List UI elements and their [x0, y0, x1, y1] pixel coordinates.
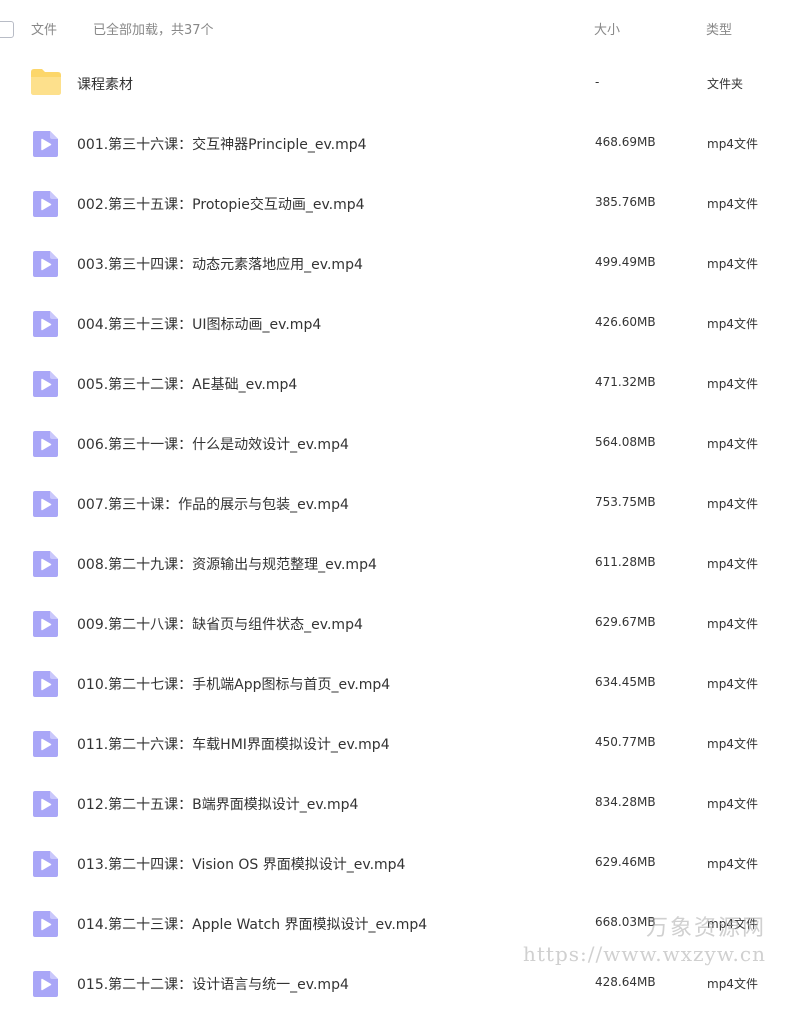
file-type: mp4文件: [707, 197, 758, 211]
file-size: 629.46MB: [595, 855, 656, 869]
video-file-icon: [33, 491, 58, 517]
file-type: mp4文件: [707, 737, 758, 751]
file-size: 428.64MB: [595, 975, 656, 989]
file-type: mp4文件: [707, 917, 758, 931]
file-name[interactable]: 014.第二十三课：Apple Watch 界面模拟设计_ev.mp4: [77, 914, 427, 934]
file-size: 668.03MB: [595, 915, 656, 929]
file-type: mp4文件: [707, 617, 758, 631]
file-name[interactable]: 002.第三十五课：Protopie交互动画_ev.mp4: [77, 194, 365, 214]
file-size: -: [595, 75, 600, 89]
file-name[interactable]: 006.第三十一课：什么是动效设计_ev.mp4: [77, 434, 349, 454]
file-row[interactable]: 008.第二十九课：资源输出与规范整理_ev.mp4 611.28MB mp4文件: [0, 534, 796, 594]
video-file-icon: [33, 851, 58, 877]
file-size: 753.75MB: [595, 495, 656, 509]
file-name[interactable]: 课程素材: [77, 74, 133, 94]
file-type: mp4文件: [707, 797, 758, 811]
video-file-icon: [33, 251, 58, 277]
file-name[interactable]: 013.第二十四课：Vision OS 界面模拟设计_ev.mp4: [77, 854, 405, 874]
file-name[interactable]: 015.第二十二课：设计语言与统一_ev.mp4: [77, 974, 349, 994]
file-name[interactable]: 011.第二十六课：车载HMI界面模拟设计_ev.mp4: [77, 734, 390, 754]
file-list: 课程素材 - 文件夹 001.第三十六课：交互神器Principle_ev.mp4 46…: [0, 54, 796, 1014]
file-name[interactable]: 005.第三十二课：AE基础_ev.mp4: [77, 374, 297, 394]
file-list-header: 文件 已全部加载，共37个 大小 类型: [0, 0, 796, 56]
file-type: mp4文件: [707, 257, 758, 271]
video-file-icon: [33, 131, 58, 157]
file-type: 文件夹: [707, 77, 744, 91]
folder-icon: [31, 69, 61, 95]
file-type: mp4文件: [707, 377, 758, 391]
file-row[interactable]: 003.第三十四课：动态元素落地应用_ev.mp4 499.49MB mp4文件: [0, 234, 796, 294]
file-row[interactable]: 010.第二十七课：手机端App图标与首页_ev.mp4 634.45MB mp4文…: [0, 654, 796, 714]
file-type: mp4文件: [707, 857, 758, 871]
video-file-icon: [33, 551, 58, 577]
file-row[interactable]: 013.第二十四课：Vision OS 界面模拟设计_ev.mp4 629.46M…: [0, 834, 796, 894]
file-size: 629.67MB: [595, 615, 656, 629]
file-size: 611.28MB: [595, 555, 656, 569]
file-size: 450.77MB: [595, 735, 656, 749]
video-file-icon: [33, 311, 58, 337]
file-type: mp4文件: [707, 317, 758, 331]
file-row[interactable]: 015.第二十二课：设计语言与统一_ev.mp4 428.64MB mp4文件: [0, 954, 796, 1014]
file-name[interactable]: 001.第三十六课：交互神器Principle_ev.mp4: [77, 134, 367, 154]
file-row[interactable]: 007.第三十课：作品的展示与包装_ev.mp4 753.75MB mp4文件: [0, 474, 796, 534]
file-row[interactable]: 011.第二十六课：车载HMI界面模拟设计_ev.mp4 450.77MB mp4文…: [0, 714, 796, 774]
file-row[interactable]: 014.第二十三课：Apple Watch 界面模拟设计_ev.mp4 668.0…: [0, 894, 796, 954]
file-size: 634.45MB: [595, 675, 656, 689]
file-row[interactable]: 001.第三十六课：交互神器Principle_ev.mp4 468.69MB mp…: [0, 114, 796, 174]
loaded-status: 已全部加载，共37个: [93, 23, 214, 38]
video-file-icon: [33, 431, 58, 457]
file-name[interactable]: 007.第三十课：作品的展示与包装_ev.mp4: [77, 494, 349, 514]
column-header-name[interactable]: 文件: [31, 19, 57, 38]
column-header-size[interactable]: 大小: [594, 19, 620, 38]
file-type: mp4文件: [707, 497, 758, 511]
video-file-icon: [33, 791, 58, 817]
file-type: mp4文件: [707, 677, 758, 691]
video-file-icon: [33, 371, 58, 397]
file-name[interactable]: 010.第二十七课：手机端App图标与首页_ev.mp4: [77, 674, 390, 694]
file-size: 468.69MB: [595, 135, 656, 149]
video-file-icon: [33, 191, 58, 217]
file-name[interactable]: 003.第三十四课：动态元素落地应用_ev.mp4: [77, 254, 363, 274]
file-row[interactable]: 课程素材 - 文件夹: [0, 54, 796, 114]
file-type: mp4文件: [707, 557, 758, 571]
select-all-checkbox[interactable]: [0, 21, 14, 38]
file-name[interactable]: 008.第二十九课：资源输出与规范整理_ev.mp4: [77, 554, 377, 574]
video-file-icon: [33, 911, 58, 937]
video-file-icon: [33, 611, 58, 637]
file-type: mp4文件: [707, 437, 758, 451]
file-name[interactable]: 004.第三十三课：UI图标动画_ev.mp4: [77, 314, 321, 334]
file-row[interactable]: 006.第三十一课：什么是动效设计_ev.mp4 564.08MB mp4文件: [0, 414, 796, 474]
file-size: 834.28MB: [595, 795, 656, 809]
file-size: 471.32MB: [595, 375, 656, 389]
file-row[interactable]: 002.第三十五课：Protopie交互动画_ev.mp4 385.76MB mp4…: [0, 174, 796, 234]
video-file-icon: [33, 671, 58, 697]
file-row[interactable]: 004.第三十三课：UI图标动画_ev.mp4 426.60MB mp4文件: [0, 294, 796, 354]
column-header-type[interactable]: 类型: [706, 19, 732, 38]
file-size: 385.76MB: [595, 195, 656, 209]
file-type: mp4文件: [707, 977, 758, 991]
file-row[interactable]: 005.第三十二课：AE基础_ev.mp4 471.32MB mp4文件: [0, 354, 796, 414]
file-name[interactable]: 009.第二十八课：缺省页与组件状态_ev.mp4: [77, 614, 363, 634]
file-size: 564.08MB: [595, 435, 656, 449]
video-file-icon: [33, 731, 58, 757]
file-size: 499.49MB: [595, 255, 656, 269]
file-row[interactable]: 012.第二十五课：B端界面模拟设计_ev.mp4 834.28MB mp4文件: [0, 774, 796, 834]
file-type: mp4文件: [707, 137, 758, 151]
file-size: 426.60MB: [595, 315, 656, 329]
file-row[interactable]: 009.第二十八课：缺省页与组件状态_ev.mp4 629.67MB mp4文件: [0, 594, 796, 654]
video-file-icon: [33, 971, 58, 997]
file-name[interactable]: 012.第二十五课：B端界面模拟设计_ev.mp4: [77, 794, 358, 814]
